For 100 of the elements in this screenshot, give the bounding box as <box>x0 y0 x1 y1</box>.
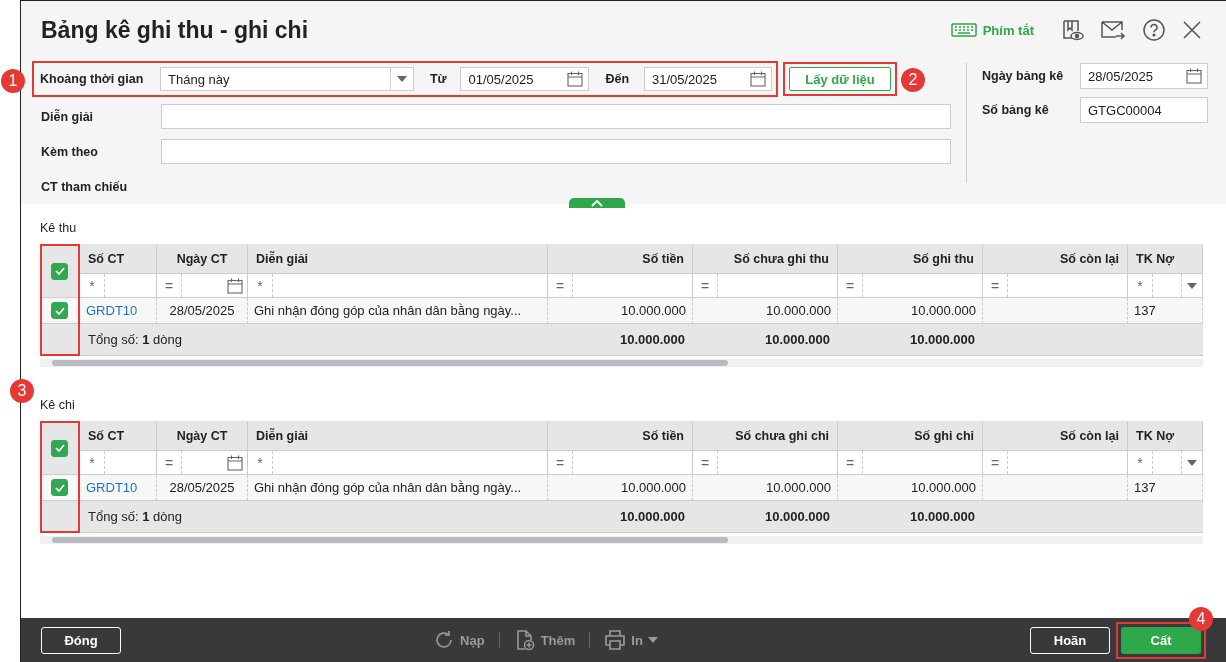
filter-field[interactable]: = <box>548 274 693 298</box>
text-field[interactable] <box>161 104 951 129</box>
close-icon[interactable] <box>1182 20 1202 40</box>
column-header: Diễn giải <box>256 429 309 443</box>
filter-field[interactable]: = <box>983 451 1128 475</box>
calendar-icon <box>1186 68 1202 84</box>
scrollbar[interactable] <box>40 359 1203 367</box>
filter-field[interactable]: * <box>80 274 157 298</box>
checkmark-icon <box>54 483 65 492</box>
checkbox[interactable] <box>51 439 68 457</box>
column-header: Số tiền <box>642 429 684 443</box>
column-header: TK Nợ <box>1136 252 1175 266</box>
date-field[interactable]: 31/05/2025 <box>643 67 772 91</box>
table-cell: 10.000.000 <box>620 303 686 318</box>
total-cell: 10.000.000 <box>764 509 830 524</box>
toolbar-button[interactable]: Thêm <box>513 629 576 651</box>
book-eye-icon[interactable] <box>1060 18 1084 42</box>
table-cell: 10.000.000 <box>765 480 831 495</box>
checkmark-icon <box>54 306 65 315</box>
checkbox[interactable] <box>51 302 68 319</box>
field-label: Ngày bảng kê <box>982 69 1065 83</box>
save-button[interactable]: Cất <box>1121 626 1201 654</box>
callout-badge: 1 <box>1 69 25 93</box>
filter-field[interactable]: = <box>157 274 248 298</box>
filter-field[interactable]: = <box>983 274 1128 298</box>
checkmark-icon <box>54 444 65 452</box>
total-cell: 10.000.000 <box>619 332 685 347</box>
total-cell: 10.000.000 <box>909 332 975 347</box>
column-header: Số tiền <box>642 252 684 266</box>
column-header: Số CT <box>88 429 125 443</box>
help-icon[interactable] <box>1142 18 1166 42</box>
table-cell: 28/05/2025 <box>169 480 235 495</box>
filter-field[interactable]: = <box>838 274 983 298</box>
collapse-button[interactable] <box>568 198 625 208</box>
column-header: Ngày CT <box>176 429 228 443</box>
scrollbar[interactable] <box>40 536 1203 544</box>
toolbar-button[interactable]: Nạp <box>433 629 485 651</box>
callout-badge: 3 <box>10 379 34 403</box>
total-count: Tổng số: 1 dòng <box>88 509 182 524</box>
column-header: TK Nợ <box>1136 429 1175 443</box>
total-cell: 10.000.000 <box>909 509 975 524</box>
calendar-icon <box>750 71 766 87</box>
column-header: Số còn lại <box>1059 429 1119 443</box>
checkbox[interactable] <box>51 262 68 280</box>
table-cell: 137 <box>1134 480 1156 495</box>
envelope-arrow-icon[interactable] <box>1100 19 1126 41</box>
checkmark-icon <box>54 267 65 275</box>
column-header: Số ghi thu <box>912 252 974 266</box>
filter-field[interactable]: = <box>693 274 838 298</box>
callout-badge: 4 <box>1189 606 1213 631</box>
chevron-up-icon <box>590 199 603 207</box>
table-cell: 10.000.000 <box>910 303 976 318</box>
filter-field[interactable]: * <box>1128 274 1203 298</box>
shortcut-button[interactable]: Phím tắt <box>950 22 1034 38</box>
text-field[interactable] <box>161 139 951 164</box>
table-cell: 28/05/2025 <box>169 303 235 318</box>
text-field[interactable]: 28/05/2025 <box>1080 63 1208 89</box>
callout-badge: 2 <box>901 68 925 92</box>
column-header: Ngày CT <box>176 252 228 266</box>
table-cell: Ghi nhận đóng góp của nhân dân bằng ngày... <box>254 303 522 318</box>
close-button[interactable]: Đóng <box>41 626 121 654</box>
field-label: Số bảng kê <box>982 103 1050 117</box>
fetch-data-button[interactable]: Lấy dữ liệu <box>789 67 891 91</box>
date-field[interactable]: 01/05/2025 <box>460 67 589 91</box>
filter-field[interactable]: * <box>1128 451 1203 475</box>
table-cell: 137 <box>1134 303 1156 318</box>
printer-icon <box>604 630 627 650</box>
filter-field[interactable]: = <box>157 451 248 475</box>
period-label: Khoảng thời gian <box>40 72 145 86</box>
section-title: Kê chi <box>40 397 76 414</box>
column-header: Số còn lại <box>1059 252 1119 266</box>
section-title: Kê thu <box>40 220 78 237</box>
postpone-button[interactable]: Hoãn <box>1030 626 1110 654</box>
table-cell: Ghi nhận đóng góp của nhân dân bằng ngày... <box>254 480 522 495</box>
total-count: Tổng số: 1 dòng <box>88 332 182 347</box>
field-label: Kèm theo <box>41 144 99 159</box>
from-label: Từ <box>429 72 448 86</box>
checkbox[interactable] <box>51 479 68 496</box>
calendar-icon <box>227 454 243 471</box>
text-field[interactable]: GTGC00004 <box>1080 97 1208 123</box>
period-select[interactable]: Tháng này <box>160 67 414 91</box>
column-header: Số ghi chi <box>914 429 974 443</box>
filter-field[interactable]: = <box>838 451 983 475</box>
total-cell: 10.000.000 <box>619 509 685 524</box>
filter-field[interactable]: * <box>248 451 548 475</box>
filter-field[interactable]: = <box>693 451 838 475</box>
filter-field[interactable]: * <box>80 451 157 475</box>
caret-icon <box>647 637 658 643</box>
table-cell: 10.000.000 <box>910 480 976 495</box>
total-cell: 10.000.000 <box>764 332 830 347</box>
table-cell: 10.000.000 <box>620 480 686 495</box>
filter-field[interactable]: = <box>548 451 693 475</box>
caret-icon <box>1187 459 1197 466</box>
field-label: CT tham chiếu <box>41 179 129 194</box>
filter-field[interactable]: * <box>248 274 548 298</box>
to-label: Đến <box>605 72 631 86</box>
field-label: Diễn giải <box>41 109 95 124</box>
toolbar-button[interactable]: In <box>604 630 658 650</box>
column-header: Diễn giải <box>256 252 309 266</box>
caret-icon <box>1187 282 1197 289</box>
